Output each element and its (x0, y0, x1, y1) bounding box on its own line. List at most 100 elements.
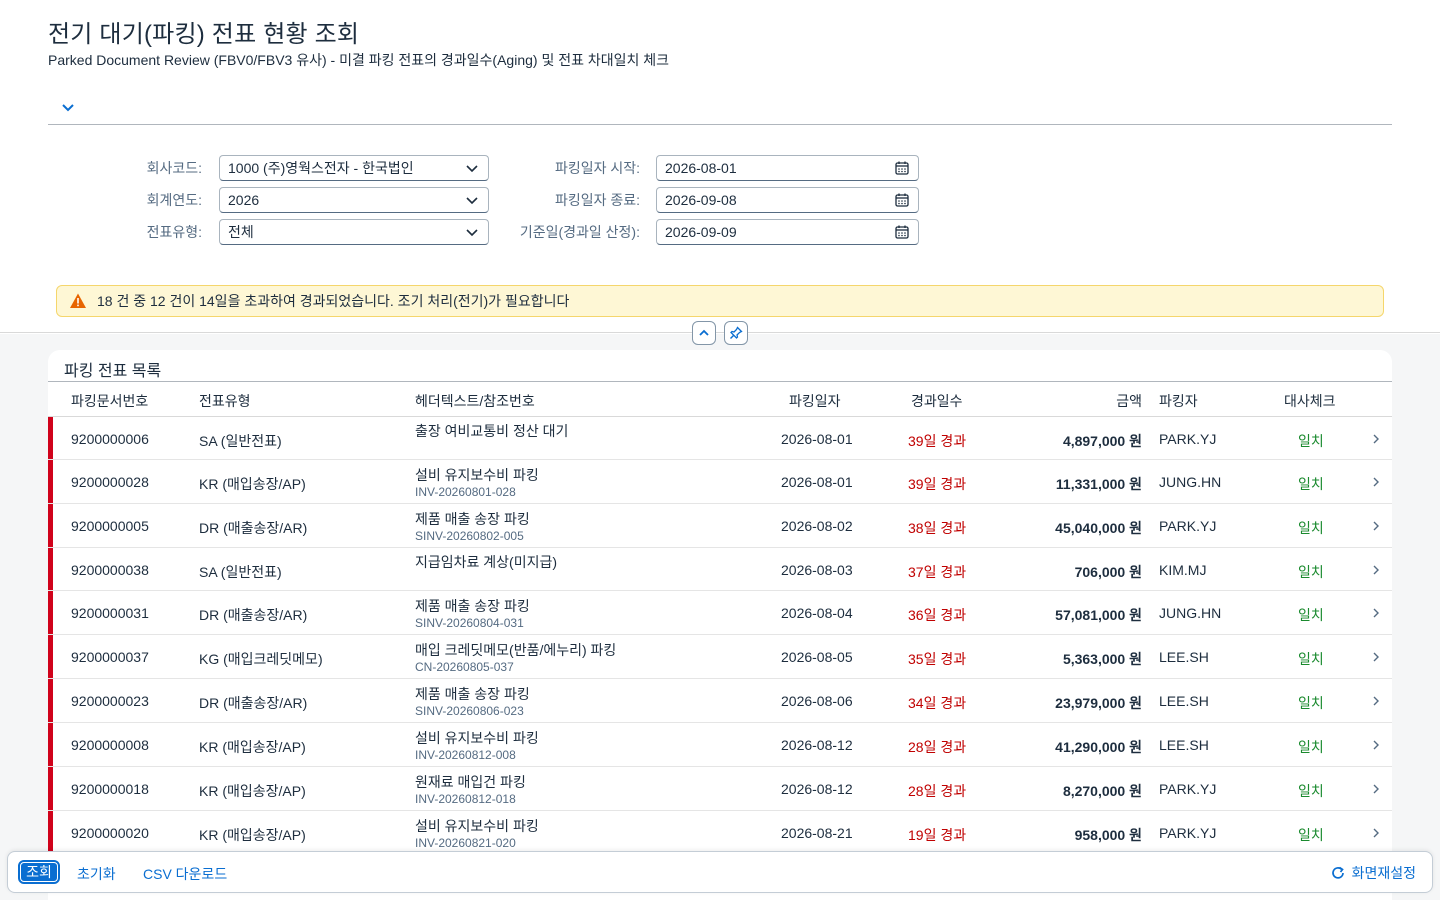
chevron-right-icon[interactable] (1370, 695, 1382, 707)
park-from-label: 파킹일자 시작: (554, 160, 640, 176)
overdue-flag (48, 591, 53, 634)
balance-check-cell: 일치 (1298, 520, 1324, 536)
calendar-icon[interactable] (894, 160, 910, 176)
table-row[interactable]: 9200000037 KG (매입크레딧메모) 매입 크레딧메모(반품/에누리) 파… (48, 635, 1392, 679)
pin-header-button[interactable] (724, 321, 748, 345)
balance-check-cell: 일치 (1298, 651, 1324, 667)
doc-type-cell: SA (일반전표) (199, 433, 282, 449)
col-header-doctype[interactable]: 전표유형 (199, 391, 251, 411)
table-row[interactable]: 9200000038 SA (일반전표) 지급임차료 계상(미지급) 2026-08-… (48, 548, 1392, 591)
calendar-icon[interactable] (894, 224, 910, 240)
chevron-right-icon[interactable] (1370, 783, 1382, 795)
search-button[interactable]: 조회 (18, 860, 60, 884)
table-row[interactable]: 9200000023 DR (매출송장/AR) 제품 매출 송장 파킹 2026-08… (48, 679, 1392, 723)
park-date-cell: 2026-08-05 (781, 649, 853, 665)
parked-by-cell: PARK.YJ (1159, 825, 1217, 841)
doc-type-cell: KR (매입송장/AP) (199, 827, 306, 843)
aging-warning-strip: 18 건 중 12 건이 14일을 초과하여 경과되었습니다. 조기 처리(전기… (56, 285, 1384, 317)
col-header-aging[interactable]: 경과일수 (911, 391, 963, 411)
header-divider (48, 124, 1392, 125)
header-text-cell: 출장 여비교통비 정산 대기 (415, 423, 569, 439)
park-date-cell: 2026-08-01 (781, 474, 853, 490)
col-header-docno[interactable]: 파킹문서번호 (71, 391, 148, 411)
aging-cell: 39일 경과 (908, 476, 967, 492)
reference-number-cell: INV-20260812-008 (415, 748, 516, 762)
ref-date-value: 2026-09-09 (665, 224, 737, 240)
table-row[interactable]: 9200000018 KR (매입송장/AP) 원재료 매입건 파킹 2026-08-… (48, 767, 1392, 811)
overdue-flag (48, 811, 53, 854)
chevron-down-icon (466, 229, 478, 237)
overdue-flag (48, 723, 53, 766)
doc-type-label: 전표유형: (146, 224, 202, 240)
aging-cell: 35일 경과 (908, 651, 967, 667)
table-row[interactable]: 9200000005 DR (매출송장/AR) 제품 매출 송장 파킹 2026-08… (48, 504, 1392, 548)
chevron-down-icon[interactable] (58, 98, 78, 118)
chevron-right-icon[interactable] (1370, 564, 1382, 576)
col-header-park-date[interactable]: 파킹일자 (789, 391, 841, 411)
csv-download-button[interactable]: CSV 다운로드 (143, 864, 227, 884)
table-title: 파킹 전표 목록 (64, 363, 162, 380)
company-code-select[interactable]: 1000 (주)영웍스전자 - 한국법인 (219, 155, 489, 181)
doc-number-cell: 9200000005 (71, 518, 149, 534)
table-row[interactable]: 9200000006 SA (일반전표) 출장 여비교통비 정산 대기 2026-08… (48, 417, 1392, 460)
overdue-flag (48, 679, 53, 722)
aging-cell: 38일 경과 (908, 520, 967, 536)
doc-type-cell: KR (매입송장/AP) (199, 739, 306, 755)
table-row[interactable]: 9200000031 DR (매출송장/AR) 제품 매출 송장 파킹 2026-08… (48, 591, 1392, 635)
ref-date-datepicker[interactable]: 2026-09-09 (656, 219, 919, 245)
aging-cell: 28일 경과 (908, 739, 967, 755)
doc-number-cell: 9200000037 (71, 649, 149, 665)
chevron-down-icon (466, 197, 478, 205)
page-subtitle: Parked Document Review (FBV0/FBV3 유사) - … (48, 52, 670, 68)
table-header-row: 파킹문서번호 전표유형 헤더텍스트/참조번호 파킹일자 경과일수 금액 파킹자 … (48, 381, 1392, 417)
balance-check-cell: 일치 (1298, 564, 1324, 580)
balance-check-cell: 일치 (1298, 695, 1324, 711)
header-text-cell: 설비 유지보수비 파킹 (415, 818, 539, 834)
table-row[interactable]: 9200000020 KR (매입송장/AP) 설비 유지보수비 파킹 2026-08… (48, 811, 1392, 855)
calendar-icon[interactable] (894, 192, 910, 208)
balance-check-cell: 일치 (1298, 607, 1324, 623)
park-date-cell: 2026-08-06 (781, 693, 853, 709)
chevron-right-icon[interactable] (1370, 607, 1382, 619)
page-header: 전기 대기(파킹) 전표 현황 조회 Parked Document Revie… (0, 0, 1440, 333)
chevron-right-icon[interactable] (1370, 739, 1382, 751)
col-header-amount[interactable]: 금액 (1116, 391, 1142, 411)
reference-number-cell: INV-20260801-028 (415, 485, 516, 499)
chevron-right-icon[interactable] (1370, 651, 1382, 663)
reset-button[interactable]: 초기화 (77, 864, 116, 884)
company-code-value: 1000 (주)영웍스전자 - 한국법인 (228, 160, 414, 176)
doc-type-select[interactable]: 전체 (219, 219, 489, 245)
ref-date-label: 기준일(경과일 산정): (519, 224, 640, 240)
park-date-cell: 2026-08-02 (781, 518, 853, 534)
header-text-cell: 매입 크레딧메모(반품/에누리) 파킹 (415, 642, 617, 658)
col-header-balance-check[interactable]: 대사체크 (1284, 391, 1336, 411)
chevron-right-icon[interactable] (1370, 520, 1382, 532)
doc-type-cell: SA (일반전표) (199, 564, 282, 580)
overdue-flag (48, 548, 53, 590)
doc-type-cell: DR (매출송장/AR) (199, 607, 308, 623)
chevron-right-icon[interactable] (1370, 476, 1382, 488)
aging-cell: 28일 경과 (908, 783, 967, 799)
collapse-header-button[interactable] (692, 321, 716, 345)
overdue-flag (48, 635, 53, 678)
footer-toolbar: 조회 초기화 CSV 다운로드 화면재설정 (7, 851, 1433, 893)
col-header-header-text[interactable]: 헤더텍스트/참조번호 (415, 391, 535, 411)
park-from-datepicker[interactable]: 2026-08-01 (656, 155, 919, 181)
reference-number-cell: CN-20260805-037 (415, 660, 514, 674)
col-header-parked-by[interactable]: 파킹자 (1159, 391, 1198, 411)
table-row[interactable]: 9200000008 KR (매입송장/AP) 설비 유지보수비 파킹 2026-08… (48, 723, 1392, 767)
chevron-right-icon[interactable] (1370, 433, 1382, 445)
fiscal-year-select[interactable]: 2026 (219, 187, 489, 213)
park-to-datepicker[interactable]: 2026-09-08 (656, 187, 919, 213)
table-row[interactable]: 9200000028 KR (매입송장/AP) 설비 유지보수비 파킹 2026-08… (48, 460, 1392, 504)
header-text-cell: 설비 유지보수비 파킹 (415, 730, 539, 746)
aging-cell: 36일 경과 (908, 607, 967, 623)
chevron-right-icon[interactable] (1370, 827, 1382, 839)
balance-check-cell: 일치 (1298, 476, 1324, 492)
header-text-cell: 제품 매출 송장 파킹 (415, 511, 530, 527)
layout-reset-button[interactable]: 화면재설정 (1330, 863, 1416, 883)
doc-number-cell: 9200000008 (71, 737, 149, 753)
doc-type-cell: KR (매입송장/AP) (199, 783, 306, 799)
amount-cell: 958,000 원 (1074, 827, 1142, 843)
company-code-label: 회사코드: (146, 160, 202, 176)
